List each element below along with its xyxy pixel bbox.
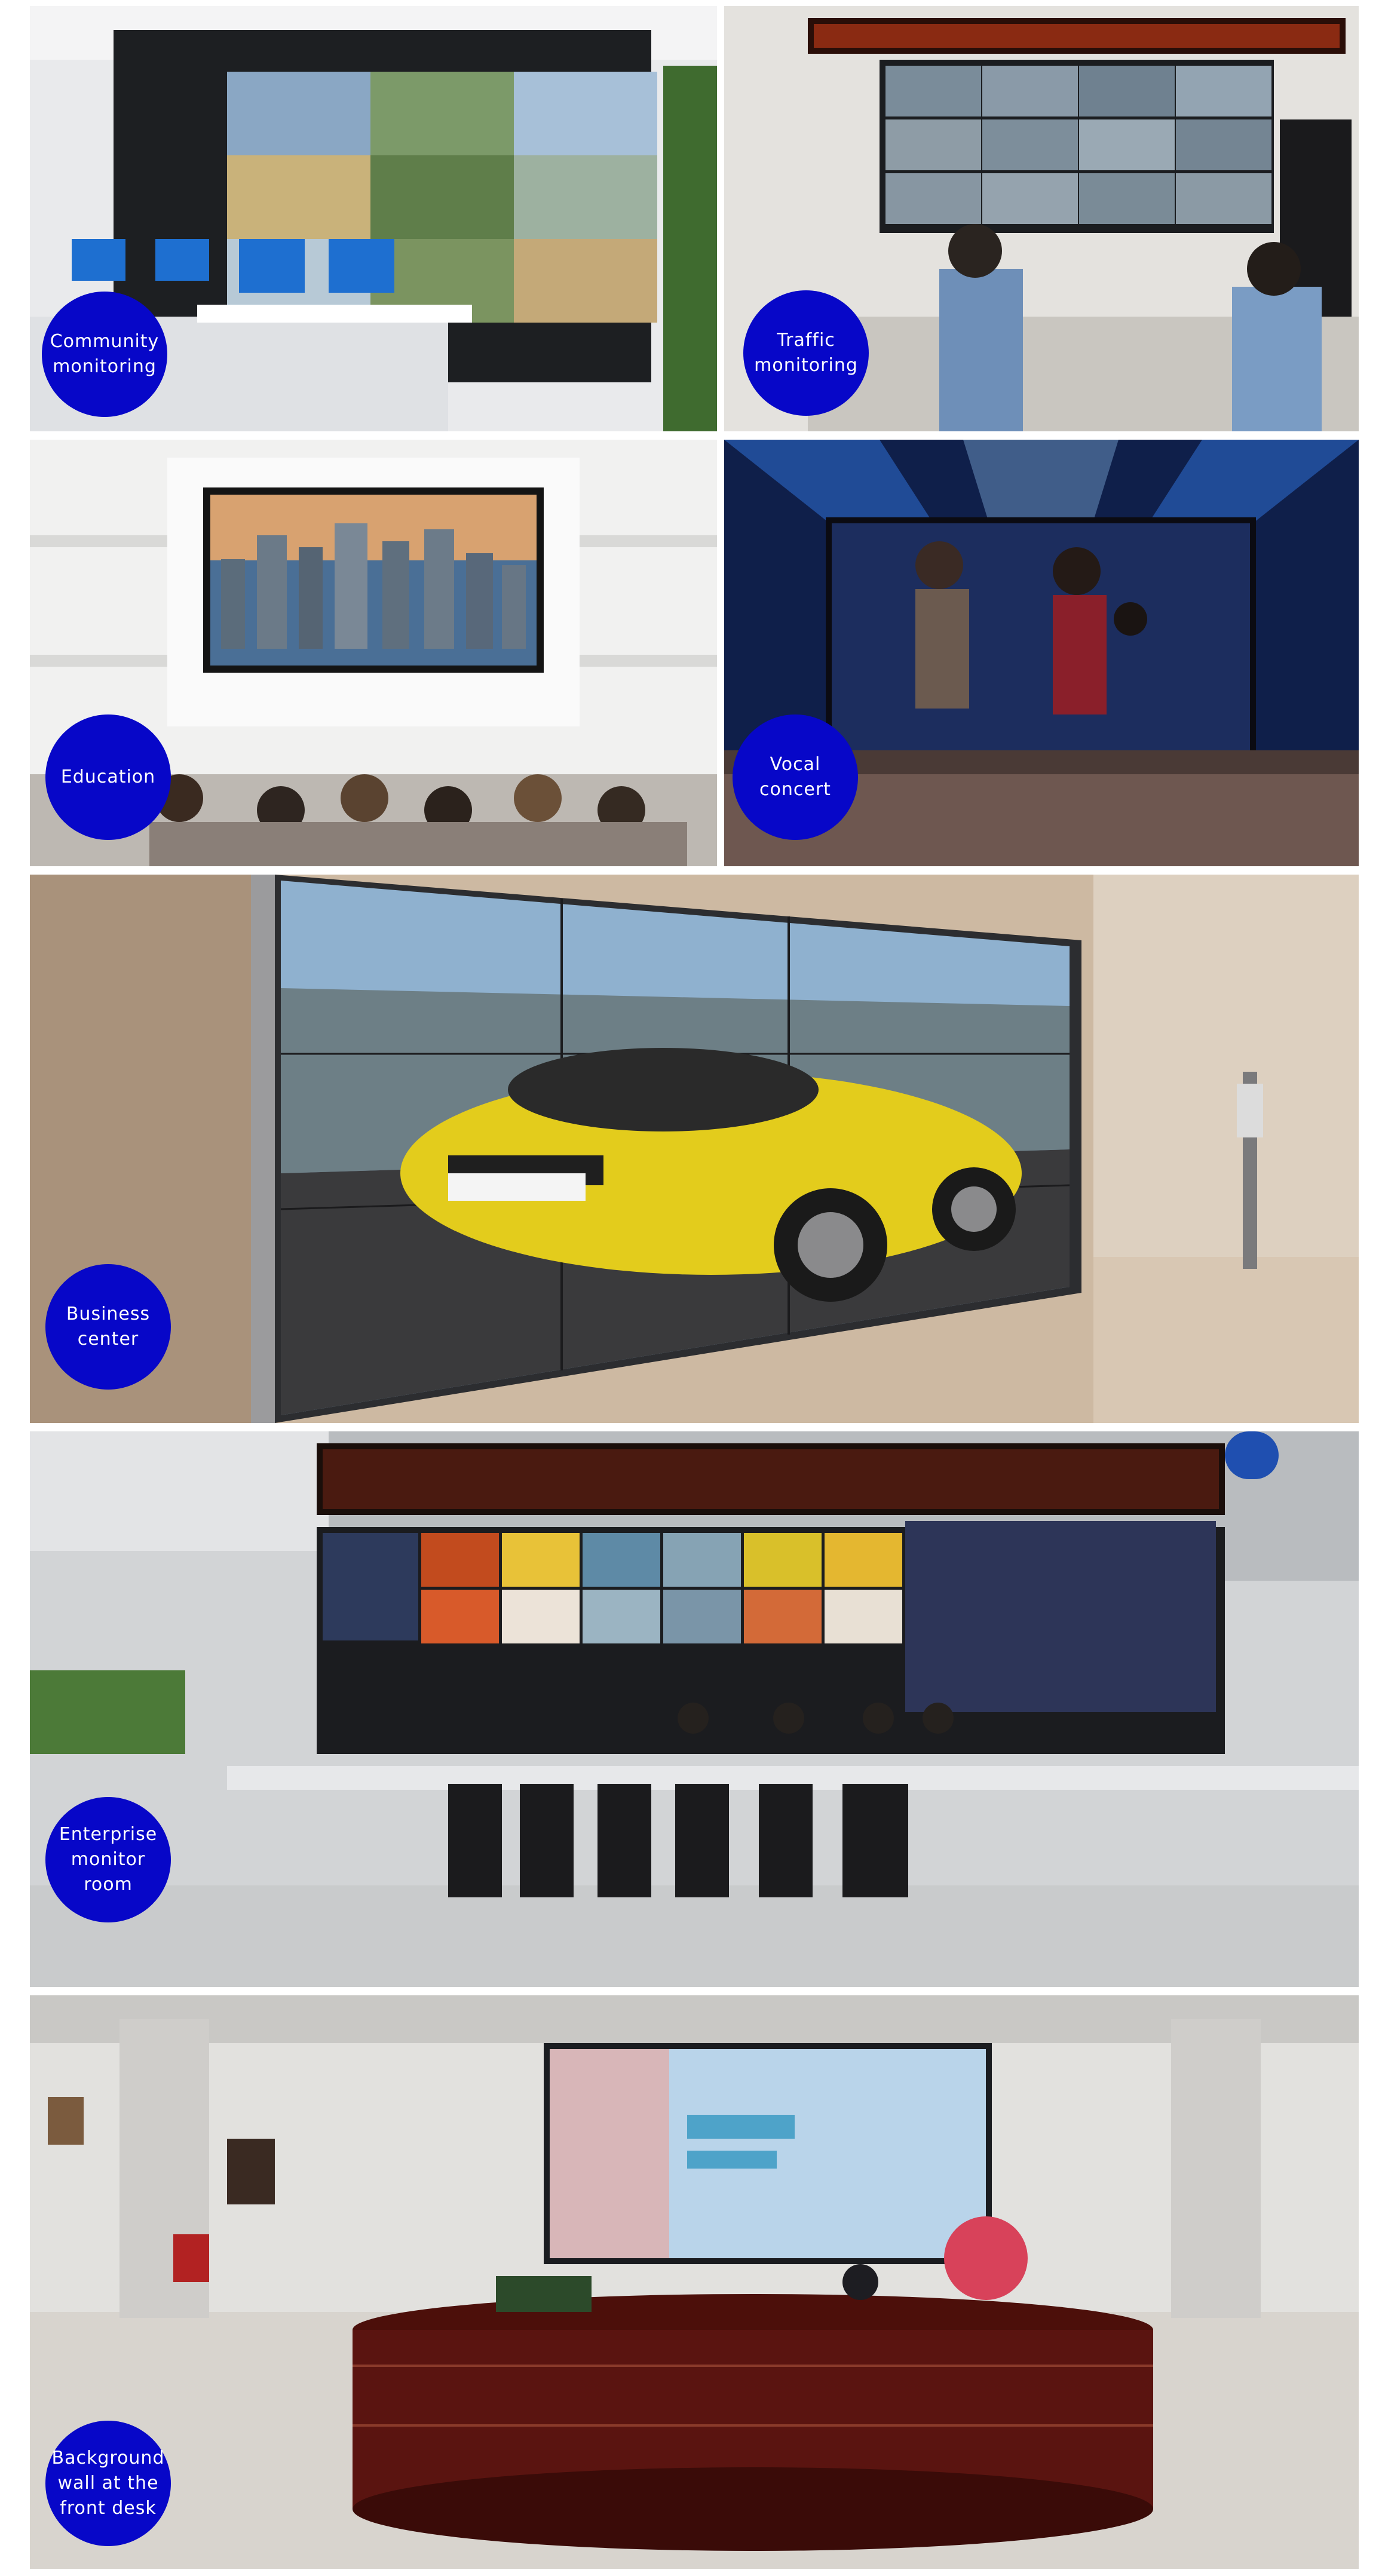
community-monitoring-photo: Community monitoring — [30, 6, 717, 431]
enterprise-monitor-room-badge: Enterprise monitor room — [45, 1797, 171, 1922]
enterprise-monitor-room-photo: Enterprise monitor room — [30, 1431, 1359, 1987]
vocal-concert-badge: Vocal concert — [733, 714, 858, 840]
education-badge: Education — [45, 714, 171, 840]
business-center-scene — [30, 875, 1359, 1423]
business-center-badge: Business center — [45, 1264, 171, 1390]
traffic-monitoring-photo: Traffic monitoring — [724, 6, 1359, 431]
community-monitoring-badge: Community monitoring — [42, 292, 167, 417]
education-photo: Education — [30, 440, 717, 866]
traffic-monitoring-badge: Traffic monitoring — [743, 290, 869, 416]
enterprise-monitor-room-scene — [30, 1431, 1359, 1987]
business-center-photo: Business center — [30, 875, 1359, 1423]
vocal-concert-photo: Vocal concert — [724, 440, 1359, 866]
front-desk-background-wall-photo: Background wall at the front desk — [30, 1995, 1359, 2569]
front-desk-background-wall-scene — [30, 1995, 1359, 2569]
front-desk-background-wall-badge: Background wall at the front desk — [45, 2421, 171, 2546]
